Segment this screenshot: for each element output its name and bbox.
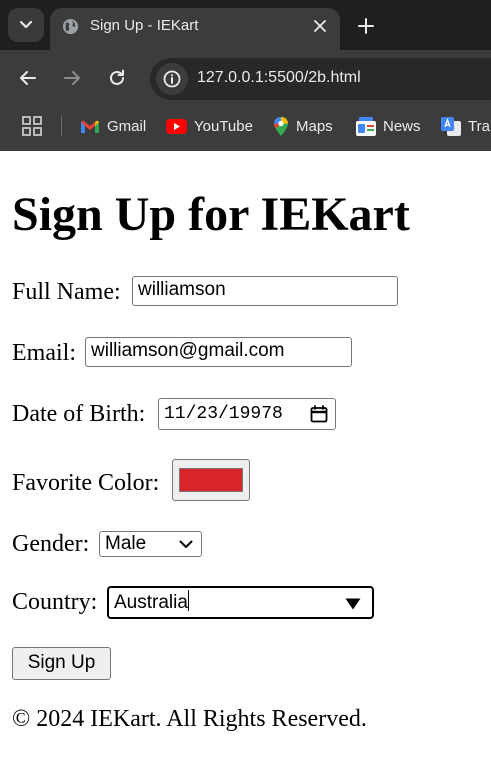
bookmarks-bar: Gmail YouTube Maps News Tra <box>0 106 491 151</box>
page-title: Sign Up for IEKart <box>12 188 410 241</box>
tab-search-button[interactable] <box>8 8 44 42</box>
country-label: Country: <box>12 589 98 615</box>
gender-label: Gender: <box>12 531 90 557</box>
full-name-label: Full Name: <box>12 279 121 305</box>
bookmark-news[interactable]: News <box>356 114 421 138</box>
color-swatch <box>179 468 243 492</box>
news-icon <box>356 116 376 136</box>
full-name-input[interactable]: williamson <box>132 276 398 306</box>
chevron-down-icon <box>19 20 33 29</box>
back-button[interactable] <box>15 65 41 91</box>
tab-title: Sign Up - IEKart <box>90 17 199 34</box>
country-selected-value: Australia <box>114 590 189 613</box>
text-caret <box>187 590 189 611</box>
reload-icon <box>110 69 124 85</box>
bookmark-maps[interactable]: Maps <box>273 114 333 138</box>
bookmark-label: Gmail <box>107 117 147 135</box>
dropdown-arrow-icon <box>345 598 361 610</box>
gmail-icon <box>81 120 99 133</box>
arrow-right-icon <box>64 71 80 85</box>
address-bar[interactable]: 127.0.0.1:5500/2b.html <box>150 58 491 100</box>
page-content: Sign Up for IEKart Full Name: williamson… <box>0 151 491 771</box>
bookmark-label: Tran <box>468 117 491 135</box>
plus-icon <box>358 18 374 34</box>
chevron-down-icon <box>179 540 193 548</box>
close-icon <box>314 20 326 32</box>
country-select[interactable]: Australia <box>107 586 374 619</box>
sign-up-button[interactable]: Sign Up <box>12 647 111 680</box>
email-label: Email: <box>12 340 76 366</box>
youtube-icon <box>166 118 187 134</box>
dob-label: Date of Birth: <box>12 401 146 427</box>
bookmark-gmail[interactable]: Gmail <box>80 114 146 138</box>
reload-button[interactable] <box>104 65 130 91</box>
globe-icon <box>62 18 79 35</box>
email-input[interactable]: williamson@gmail.com <box>85 337 352 367</box>
browser-chrome: Sign Up - IEKart 127.0.0.1:5500/2b.html … <box>0 0 491 151</box>
bookmark-translate[interactable]: Tran <box>441 114 491 138</box>
tab-strip: Sign Up - IEKart <box>0 0 491 50</box>
dob-input[interactable]: 11/23/19978 <box>158 398 336 430</box>
gender-select[interactable]: Male <box>99 531 202 557</box>
gender-selected-value: Male <box>105 533 147 554</box>
tab-close-button[interactable] <box>310 16 330 36</box>
favorite-color-label: Favorite Color: <box>12 470 160 496</box>
info-icon <box>163 70 181 88</box>
dob-value: 11/23/19978 <box>164 404 283 424</box>
footer-copyright: © 2024 IEKart. All Rights Reserved. <box>12 706 367 732</box>
url-text: 127.0.0.1:5500/2b.html <box>197 69 361 86</box>
bookmark-label: YouTube <box>194 117 253 135</box>
tab-active[interactable]: Sign Up - IEKart <box>50 8 340 50</box>
apps-grid-icon[interactable] <box>22 116 42 136</box>
bookmark-label: Maps <box>296 117 333 135</box>
favorite-color-picker[interactable] <box>172 459 250 501</box>
bookmarks-separator <box>61 116 62 136</box>
calendar-icon[interactable] <box>310 405 328 423</box>
navigation-bar: 127.0.0.1:5500/2b.html <box>0 50 491 106</box>
forward-button[interactable] <box>59 65 85 91</box>
new-tab-button[interactable] <box>354 14 378 38</box>
site-info-button[interactable] <box>156 63 188 95</box>
translate-icon <box>441 116 461 136</box>
maps-icon <box>274 116 288 136</box>
arrow-left-icon <box>20 71 36 85</box>
bookmark-label: News <box>383 117 421 135</box>
bookmark-youtube[interactable]: YouTube <box>166 114 253 138</box>
